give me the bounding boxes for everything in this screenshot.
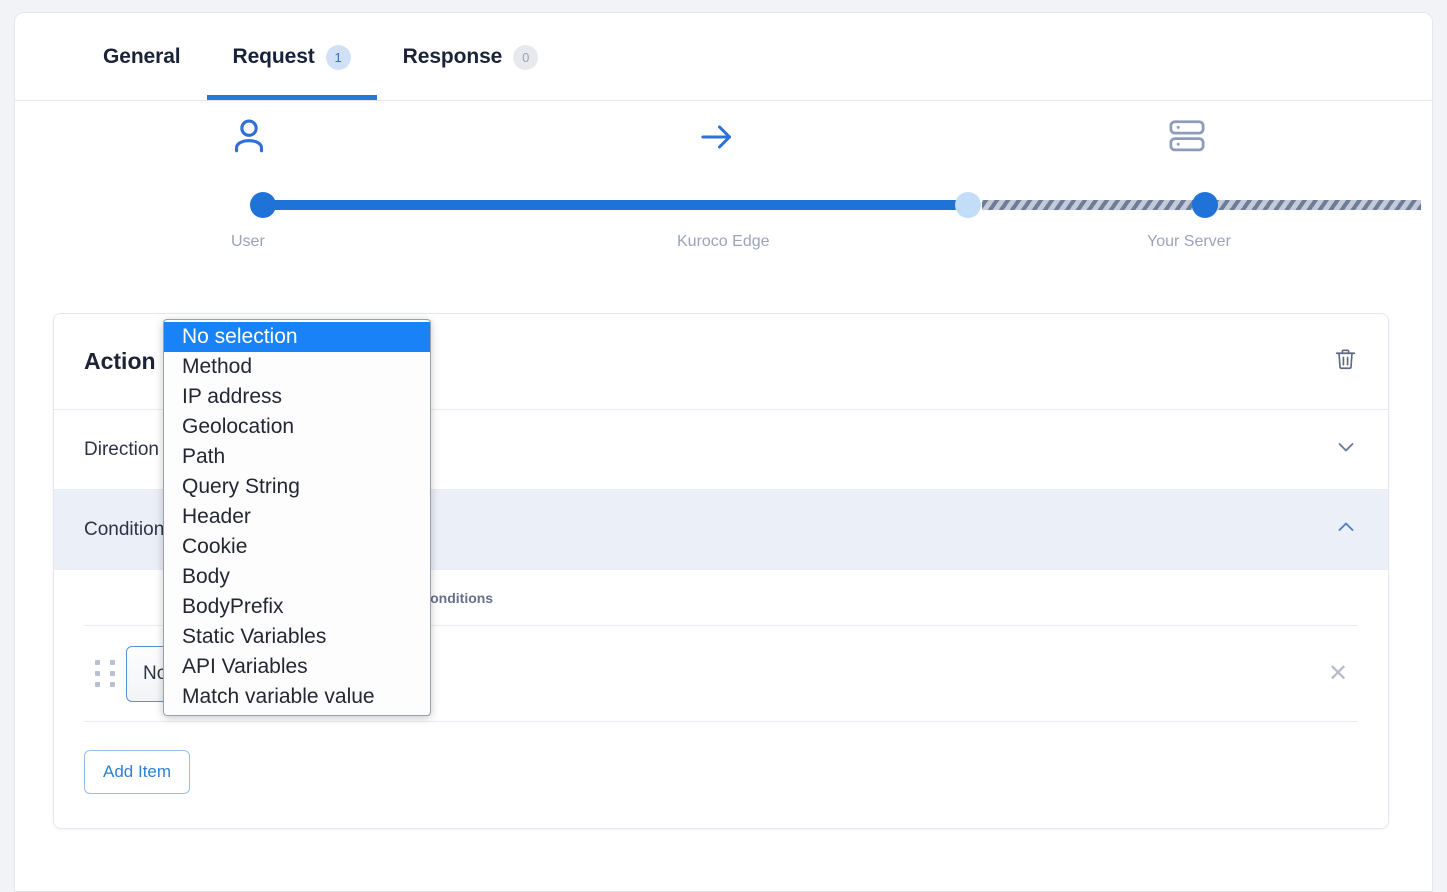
tab-request-label: Request bbox=[232, 45, 315, 68]
tab-request-badge: 1 bbox=[325, 44, 351, 70]
drag-handle-icon[interactable] bbox=[84, 660, 126, 687]
chevron-down-icon[interactable] bbox=[1334, 435, 1358, 464]
flow-node-edge bbox=[955, 192, 981, 218]
trash-icon[interactable] bbox=[1333, 347, 1358, 377]
arrow-right-icon bbox=[697, 117, 737, 162]
flow-label-user: User bbox=[231, 233, 265, 250]
request-flow-diagram: User Kuroco Edge Your Server bbox=[15, 101, 1432, 301]
tab-response-label: Response bbox=[402, 45, 503, 68]
server-icon bbox=[1165, 113, 1209, 164]
tab-bar: General Request 1 Response 0 bbox=[15, 13, 1432, 101]
flow-segment-user-to-edge bbox=[265, 200, 958, 210]
dropdown-option[interactable]: No selection bbox=[164, 322, 430, 352]
flow-node-server bbox=[1192, 192, 1218, 218]
tab-request[interactable]: Request 1 bbox=[206, 14, 377, 100]
app-window: General Request 1 Response 0 User Kuroco… bbox=[14, 12, 1433, 892]
dropdown-option[interactable]: IP address bbox=[164, 382, 430, 412]
variable-select-dropdown[interactable]: No selection Method IP address Geolocation P… bbox=[163, 319, 431, 716]
dropdown-option[interactable]: Path bbox=[164, 442, 430, 472]
dropdown-option[interactable]: BodyPrefix bbox=[164, 592, 430, 622]
flow-label-server: Your Server bbox=[1147, 233, 1231, 250]
flow-node-user bbox=[250, 192, 276, 218]
column-header-conditions: Conditions bbox=[420, 589, 494, 606]
dropdown-option[interactable]: Match variable value bbox=[164, 682, 430, 712]
close-icon[interactable]: ✕ bbox=[1318, 661, 1358, 686]
dropdown-option[interactable]: Header bbox=[164, 502, 430, 532]
tab-response[interactable]: Response 0 bbox=[377, 14, 565, 100]
tab-general-label: General bbox=[103, 45, 181, 68]
tab-response-badge: 0 bbox=[513, 44, 539, 70]
dropdown-option[interactable]: Geolocation bbox=[164, 412, 430, 442]
flow-icons bbox=[234, 113, 1205, 175]
flow-labels: User Kuroco Edge Your Server bbox=[231, 233, 1231, 261]
dropdown-option[interactable]: Method bbox=[164, 352, 430, 382]
dropdown-option[interactable]: Cookie bbox=[164, 532, 430, 562]
user-icon bbox=[227, 115, 271, 164]
dropdown-option[interactable]: Body bbox=[164, 562, 430, 592]
add-item-button[interactable]: Add Item bbox=[84, 750, 191, 794]
dropdown-option[interactable]: Static Variables bbox=[164, 622, 430, 652]
dropdown-option[interactable]: Query String bbox=[164, 472, 430, 502]
flow-track bbox=[249, 192, 1421, 218]
chevron-up-icon[interactable] bbox=[1334, 515, 1358, 544]
dropdown-option[interactable]: API Variables bbox=[164, 652, 430, 682]
flow-label-edge: Kuroco Edge bbox=[677, 233, 770, 250]
tab-general[interactable]: General bbox=[77, 14, 207, 100]
